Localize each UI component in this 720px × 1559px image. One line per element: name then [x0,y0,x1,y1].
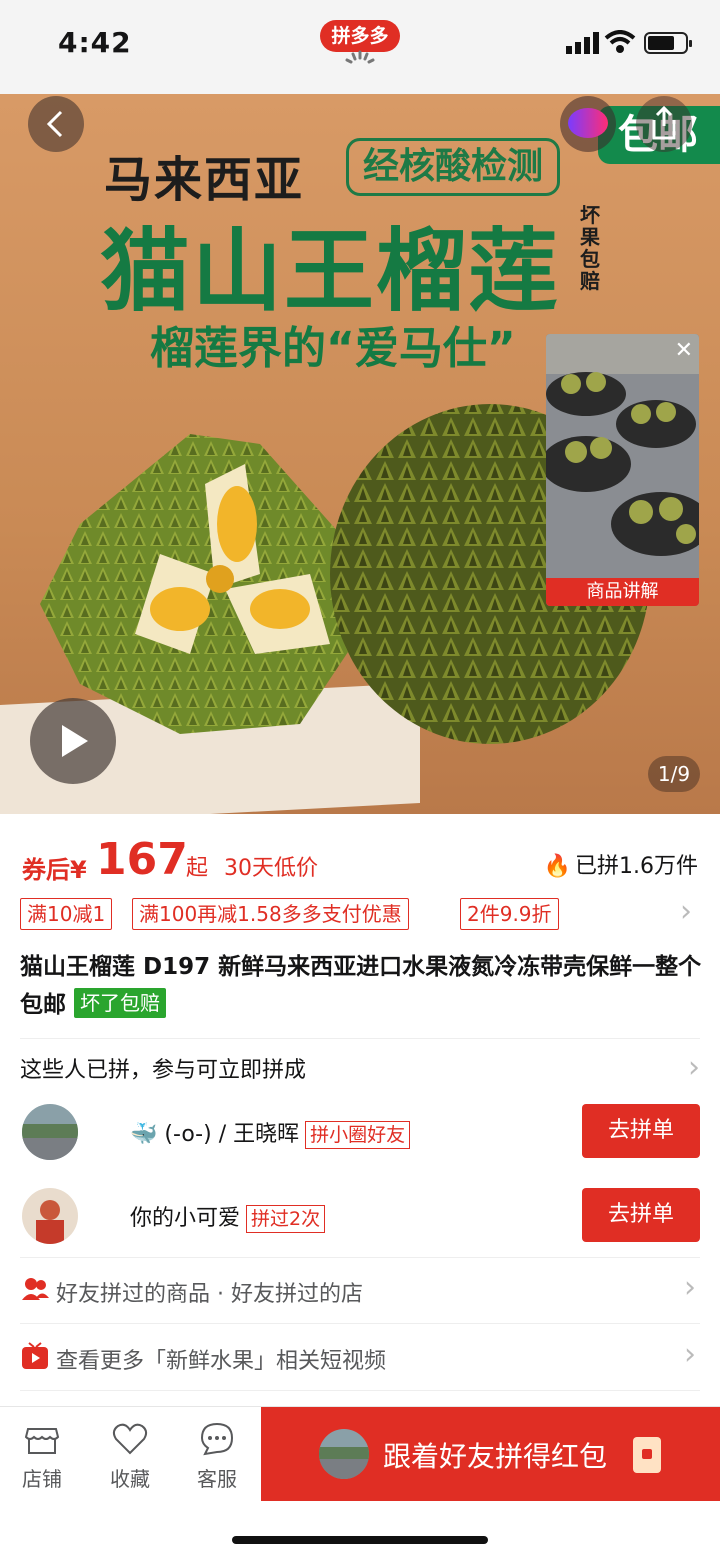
sold-count: 🔥 已拼1.6万件 [544,848,698,880]
product-title: 猫山王榴莲 D197 新鲜马来西亚进口水果液氮冷冻带壳保鲜一整个包邮 坏了包赔 [20,948,704,1024]
close-icon[interactable]: ✕ [675,338,693,363]
member-name: 🐳 (-o-) / 王晓晖 拼小圈好友 [130,1116,411,1149]
durian-opened-image [40,434,360,734]
pinduoduo-logo: 拼多多 [320,20,400,52]
video-icon [22,1342,48,1369]
status-bar: 4:42 拼多多 [0,0,720,94]
play-icon [62,725,88,757]
chevron-left-icon [46,110,63,138]
tab-favorite-label: 收藏 [110,1467,150,1491]
flame-icon: 🔥 [543,854,571,879]
guarantee-tag: 坏了包赔 [74,988,167,1018]
coupon-item[interactable]: 满10减1 [20,898,113,930]
group-member-row: 🐳 (-o-) / 王晓晖 拼小圈好友 去拼单 [20,1104,700,1164]
price-amount: 167 [96,834,188,885]
status-time: 4:42 [58,26,132,59]
tab-favorite[interactable]: 收藏 [90,1407,170,1501]
back-button[interactable] [28,96,84,152]
member-name-text: 🐳 (-o-) / 王晓晖 [130,1122,300,1147]
product-explanation-video[interactable]: ✕ 商品讲解 [546,334,699,606]
divider [20,1390,700,1391]
chat-icon [200,1422,234,1456]
member-name: 你的小可爱 拼过2次 [130,1200,326,1233]
avatar [22,1104,78,1160]
coupon-row[interactable]: 满10减1 满100再减1.58多多支付优惠 2件9.9折 › [20,894,700,932]
share-icon [652,106,676,140]
member-tag: 拼小圈好友 [305,1121,411,1149]
loading-spinner-icon [345,50,375,64]
store-icon [24,1428,60,1454]
bottom-action-bar: 店铺 收藏 客服 跟着好友拼得红包 [0,1406,720,1501]
friends-icon [22,1278,49,1300]
price-suffix: 起 [186,856,209,881]
live-avatar-button[interactable] [560,96,616,152]
divider [20,1038,700,1039]
join-group-button[interactable]: 去拼单 [582,1188,700,1242]
related-videos-text: 查看更多「新鲜水果」相关短视频 [56,1349,387,1374]
cellular-signal-icon [566,32,599,54]
share-button[interactable] [636,96,692,152]
tab-store-label: 店铺 [22,1467,62,1491]
member-name-text: 你的小可爱 [130,1206,241,1231]
chevron-right-icon: › [684,1337,696,1372]
home-indicator [232,1536,488,1544]
chevron-right-icon[interactable]: › [680,894,692,929]
tab-customer-service-label: 客服 [197,1467,237,1491]
coupon-item[interactable]: 满100再减1.58多多支付优惠 [132,898,409,930]
member-tag: 拼过2次 [246,1205,326,1233]
price-row: 券后¥ 167 起 30天低价 🔥 已拼1.6万件 [20,830,700,886]
cta-label: 跟着好友拼得红包 [383,1440,608,1473]
friends-bought-text: 好友拼过的商品 · 好友拼过的店 [56,1282,363,1307]
friends-bought-link[interactable]: 好友拼过的商品 · 好友拼过的店 › [20,1270,700,1310]
divider [20,1257,700,1258]
coupon-item[interactable]: 2件9.9折 [460,898,559,930]
tab-store[interactable]: 店铺 [2,1407,82,1501]
group-buy-heading[interactable]: 这些人已拼，参与可立即拼成 [20,1052,306,1084]
red-packet-icon [633,1437,661,1473]
sold-count-text: 已拼1.6万件 [575,854,698,879]
mini-video-label: 商品讲解 [546,578,699,606]
related-videos-link[interactable]: 查看更多「新鲜水果」相关短视频 › [20,1337,700,1377]
hero-guarantee-text: 坏果包赔 [580,203,600,293]
live-icon [568,108,608,138]
price-prefix: 券后¥ [22,856,87,884]
chevron-right-icon: › [684,1270,696,1305]
mini-video-thumbnail [546,334,699,578]
friend-avatar [319,1429,369,1479]
wifi-icon [604,30,636,53]
image-page-indicator: 1/9 [648,756,700,792]
join-group-button[interactable]: 去拼单 [582,1104,700,1158]
divider [20,1323,700,1324]
group-buy-red-packet-button[interactable]: 跟着好友拼得红包 [261,1407,720,1501]
chevron-right-icon[interactable]: › [688,1050,700,1085]
low-price-tag: 30天低价 [224,856,318,881]
play-video-button[interactable] [30,698,116,784]
avatar [22,1188,78,1244]
product-hero-image[interactable]: 马来西亚 经核酸检测 猫山王榴莲 坏果包赔 榴莲界的“爱马仕” 包邮 ✕ 商品讲 [0,94,720,814]
heart-icon [112,1423,148,1455]
tab-customer-service[interactable]: 客服 [177,1407,257,1501]
group-member-row: 你的小可爱 拼过2次 去拼单 [20,1188,700,1248]
hero-product-title: 猫山王榴莲 [100,219,560,324]
battery-icon [644,32,692,54]
hero-slogan: 榴莲界的“爱马仕” [150,323,516,374]
hero-inspection-badge: 经核酸检测 [346,138,561,196]
